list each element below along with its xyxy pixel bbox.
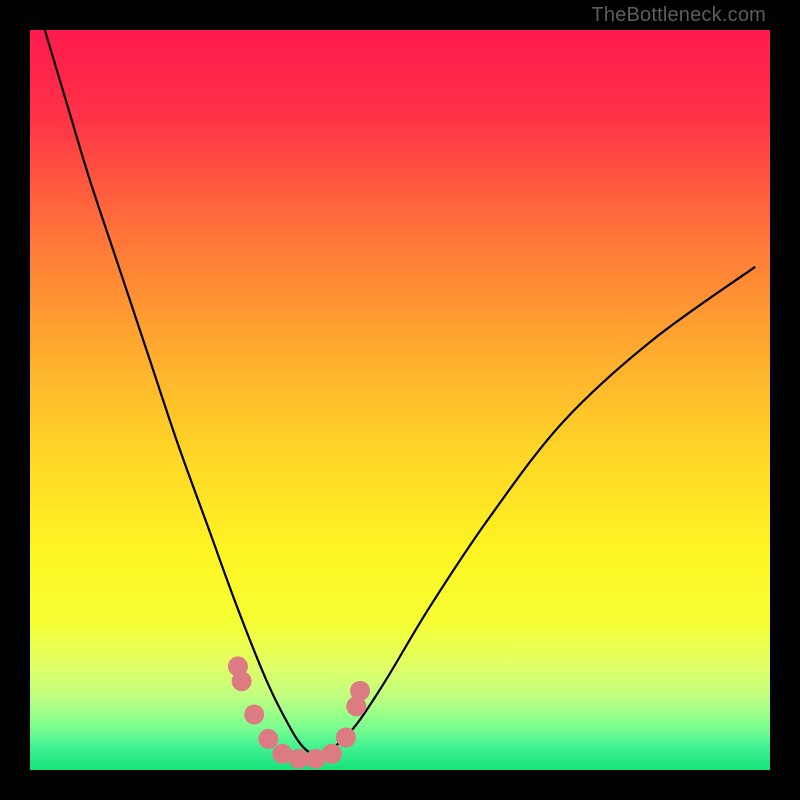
- curve-marker-dot: [350, 681, 370, 701]
- curve-marker-dot: [336, 727, 356, 747]
- curve-marker-dot: [258, 729, 278, 749]
- curve-marker-dot: [232, 671, 252, 691]
- bottleneck-curve: [45, 30, 755, 755]
- watermark-text: TheBottleneck.com: [591, 4, 766, 27]
- curve-markers: [228, 656, 370, 769]
- curve-marker-dot: [244, 705, 264, 725]
- curve-marker-dot: [289, 749, 309, 769]
- curve-marker-dot: [322, 744, 342, 764]
- chart-curve-layer: [30, 30, 770, 770]
- plot-area: [30, 30, 770, 770]
- chart-frame: TheBottleneck.com: [0, 0, 800, 800]
